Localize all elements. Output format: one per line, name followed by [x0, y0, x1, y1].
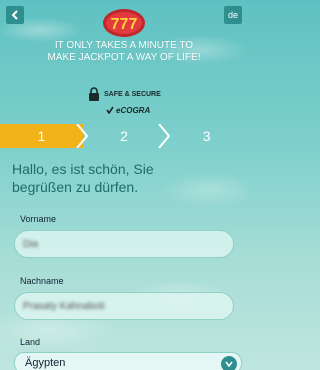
chevron-right-icon — [158, 124, 171, 148]
step-1-number: 1 — [37, 128, 46, 144]
safe-secure-label: SAFE & SECURE — [104, 90, 161, 98]
tagline: IT ONLY TAKES A MINUTE TO MAKE JACKPOT A… — [0, 40, 248, 64]
step-2-number: 2 — [120, 128, 128, 144]
step-2: 2 — [83, 124, 171, 148]
checkmark-icon — [106, 106, 114, 114]
chevron-down-icon — [225, 361, 233, 367]
svg-text:777: 777 — [111, 16, 138, 33]
last-name-label: Nachname — [20, 276, 64, 286]
lock-icon — [89, 87, 99, 101]
ecogra-badge: eCOGRA — [106, 104, 150, 116]
first-name-label: Vorname — [20, 214, 57, 224]
greeting-line-1: Hallo, es ist schön, Sie — [12, 161, 154, 177]
country-value: Ägypten — [25, 357, 66, 369]
safe-secure-badge: SAFE & SECURE — [88, 86, 161, 102]
step-indicator: 1 2 3 — [0, 124, 248, 148]
last-name-value: Prasaty Kahnaboti — [23, 300, 105, 312]
step-3-number: 3 — [202, 128, 211, 144]
first-name-field[interactable]: Dia — [14, 230, 234, 258]
dropdown-button[interactable] — [221, 356, 237, 370]
greeting-heading: Hallo, es ist schön, Sie begrüßen zu dür… — [12, 160, 240, 196]
first-name-value: Dia — [23, 238, 39, 250]
country-label: Land — [20, 337, 41, 347]
back-button[interactable] — [6, 6, 24, 24]
back-arrow-icon — [11, 10, 18, 20]
step-3: 3 — [165, 124, 248, 148]
country-select[interactable]: Ägypten — [14, 352, 242, 370]
language-button[interactable]: de — [224, 6, 242, 24]
last-name-field[interactable]: Prasaty Kahnaboti — [14, 292, 234, 320]
step-1: 1 — [0, 124, 88, 148]
chevron-right-icon — [75, 124, 88, 148]
tagline-line-2: MAKE JACKPOT A WAY OF LIFE! — [47, 52, 201, 63]
ecogra-label: eCOGRA — [116, 105, 151, 115]
tagline-line-1: IT ONLY TAKES A MINUTE TO — [54, 40, 194, 51]
greeting-line-2: begrüßen zu dürfen. — [12, 179, 139, 195]
casino-logo: 777 — [103, 9, 145, 37]
